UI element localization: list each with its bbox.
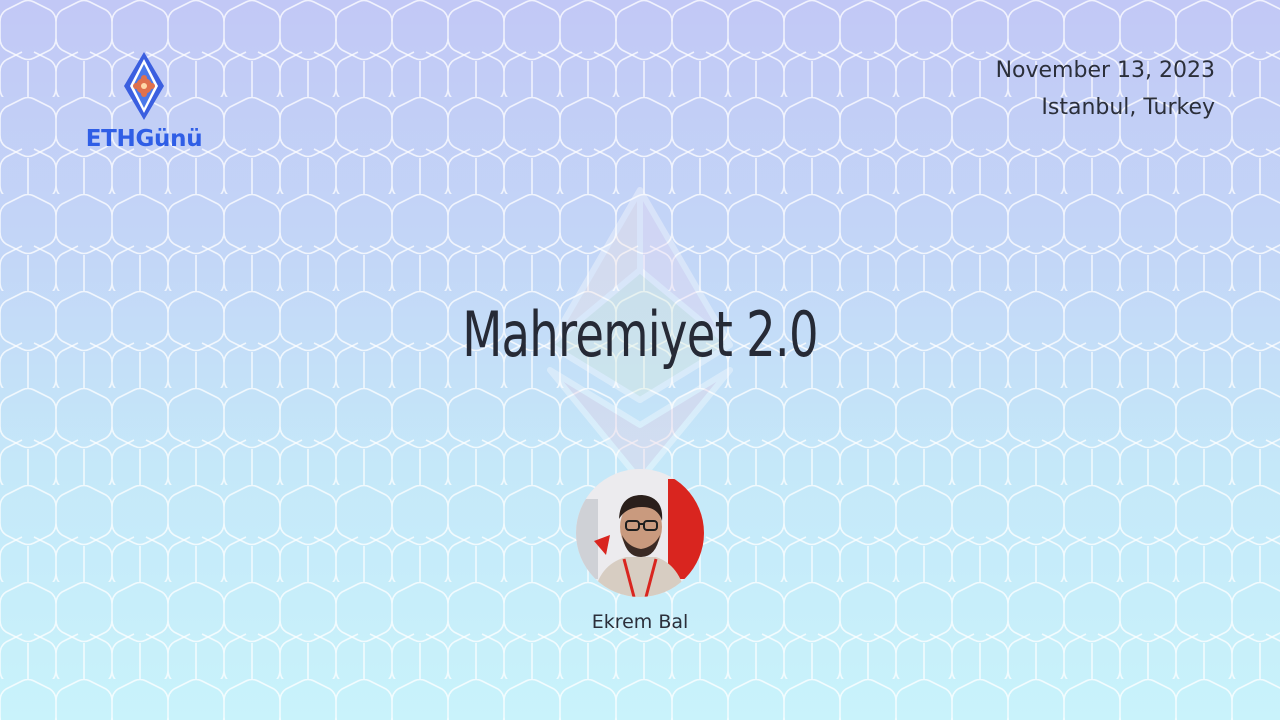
speaker-avatar: [576, 469, 704, 597]
event-date: November 13, 2023: [995, 58, 1215, 83]
brand-logo[interactable]: ETHGünü: [76, 50, 212, 160]
talk-title: Mahremiyet 2.0: [462, 298, 818, 371]
brand-name: ETHGünü: [85, 126, 203, 152]
event-info: November 13, 2023 Istanbul, Turkey: [996, 52, 1215, 126]
speaker-photo: [576, 469, 704, 597]
diamond-ornament-icon: [124, 52, 164, 120]
speaker-name: Ekrem Bal: [591, 611, 689, 633]
event-location: Istanbul, Turkey: [1041, 95, 1215, 120]
